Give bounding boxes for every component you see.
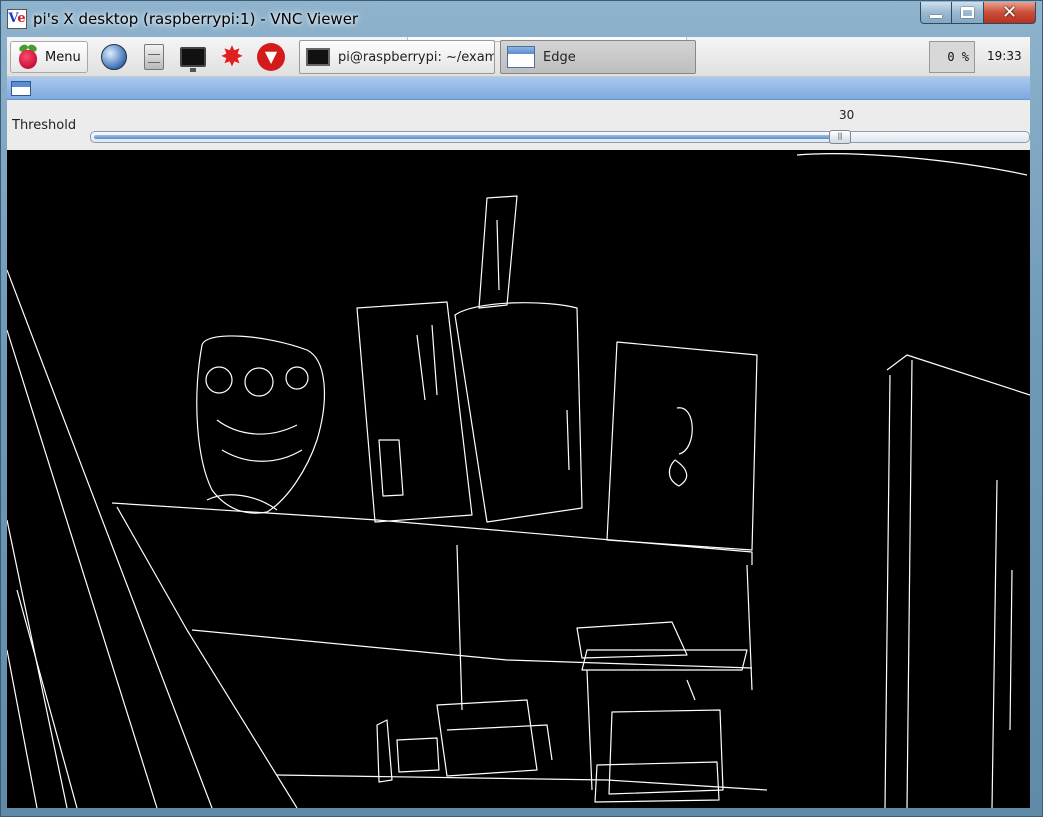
app-icon-letter-e: e [17,11,26,26]
device-detail [446,724,553,761]
skull-jaw [216,419,298,435]
shelf-edge [191,629,753,669]
box-detail [431,324,438,396]
vnc-viewer-window: Ve pi's X desktop (raspberrypi:1) - VNC … [0,0,1043,817]
cabinet-edge [1009,569,1013,731]
menu-label: Menu [45,49,81,65]
wall-edge-line [7,329,158,808]
device-outline [576,621,688,659]
browser-launcher[interactable] [99,42,129,72]
skull-eye [244,367,274,397]
menu-button[interactable]: Menu [10,41,88,73]
edge-image [7,153,1030,808]
wall-edge-line [7,649,38,808]
threshold-controls: Threshold 30 ||| [7,100,1030,150]
shelf-edge [116,506,188,631]
floor-edge [276,774,768,791]
threshold-value: 30 [839,108,855,122]
device-outline [376,719,393,783]
box-outline [356,301,473,523]
skull-jaw [221,449,303,462]
skull-outline [196,335,325,514]
minimize-icon [930,15,942,18]
minimize-button[interactable] [920,2,952,24]
device-detail [686,679,696,701]
shelf-edge [746,564,753,691]
maximize-icon [961,7,974,18]
browser-globe-icon [101,44,127,70]
cabinet-edge [886,354,1030,396]
taskbar-item-label: pi@raspberrypi: ~/exampl... [338,49,494,65]
shelf-edge [456,544,463,711]
box-outline [606,341,758,551]
window-controls: ✕ [920,2,1036,24]
threshold-slider[interactable]: ||| [90,130,1030,144]
device-outline [594,761,720,803]
file-manager-icon [144,44,164,70]
edge-detection-output [7,150,1030,808]
wolfram-icon: ▼ [257,43,285,71]
close-button[interactable]: ✕ [984,2,1036,24]
raspberry-pi-icon [17,43,39,69]
close-icon: ✕ [1001,2,1018,23]
device-outline [396,737,440,773]
window-icon[interactable] [11,81,31,96]
mathematica-icon: ✸ [220,40,244,73]
box-outline [454,302,583,523]
cabinet-edge [991,479,998,808]
device-detail [586,669,593,791]
terminal-launcher[interactable] [178,42,208,72]
stick-detail [496,219,500,291]
terminal-icon [306,48,330,66]
wall-edge-line [186,629,298,808]
terminal-icon [180,47,206,72]
window-titlebar[interactable]: Ve pi's X desktop (raspberrypi:1) - VNC … [1,1,1043,37]
window-icon [507,46,535,68]
threshold-label: Threshold [12,118,77,133]
file-manager-launcher[interactable] [139,42,169,72]
skull-eye [205,366,233,394]
clock[interactable]: 19:33 [987,49,1022,63]
device-outline [436,699,538,777]
window-title: pi's X desktop (raspberrypi:1) - VNC Vie… [33,10,359,28]
mathematica-launcher[interactable]: ✸ [217,42,247,72]
ceiling-edge [796,153,1028,176]
edge-window-titlebar[interactable] [7,77,1030,100]
slider-thumb[interactable]: ||| [828,130,851,144]
wall-edge-line [7,269,213,808]
wall-edge-line [16,589,78,808]
slider-fill [94,135,840,139]
vnc-viewer-icon[interactable]: Ve [7,9,27,29]
cpu-monitor[interactable]: 0 % [929,41,975,73]
cabinet-edge [906,359,913,808]
box-detail [566,409,570,471]
maximize-button[interactable] [952,2,984,24]
shelf-edge [111,502,753,565]
box-logo [378,439,404,497]
remote-desktop[interactable]: Menu ✸ ▼ pi@raspberrypi: ~/exampl... Edg… [7,37,1030,808]
lxde-taskbar: Menu ✸ ▼ pi@raspberrypi: ~/exampl... Edg… [7,37,1030,77]
box-detail [416,334,426,401]
taskbar-item-terminal[interactable]: pi@raspberrypi: ~/exampl... [299,40,495,74]
box-logo [676,407,693,455]
cabinet-edge [884,374,891,808]
skull-eye [285,366,309,390]
box-logo [668,459,688,487]
app-icon-letter-v: V [8,11,18,26]
wolfram-launcher[interactable]: ▼ [256,42,286,72]
taskbar-item-edge[interactable]: Edge [500,40,696,74]
taskbar-item-label: Edge [543,49,576,65]
